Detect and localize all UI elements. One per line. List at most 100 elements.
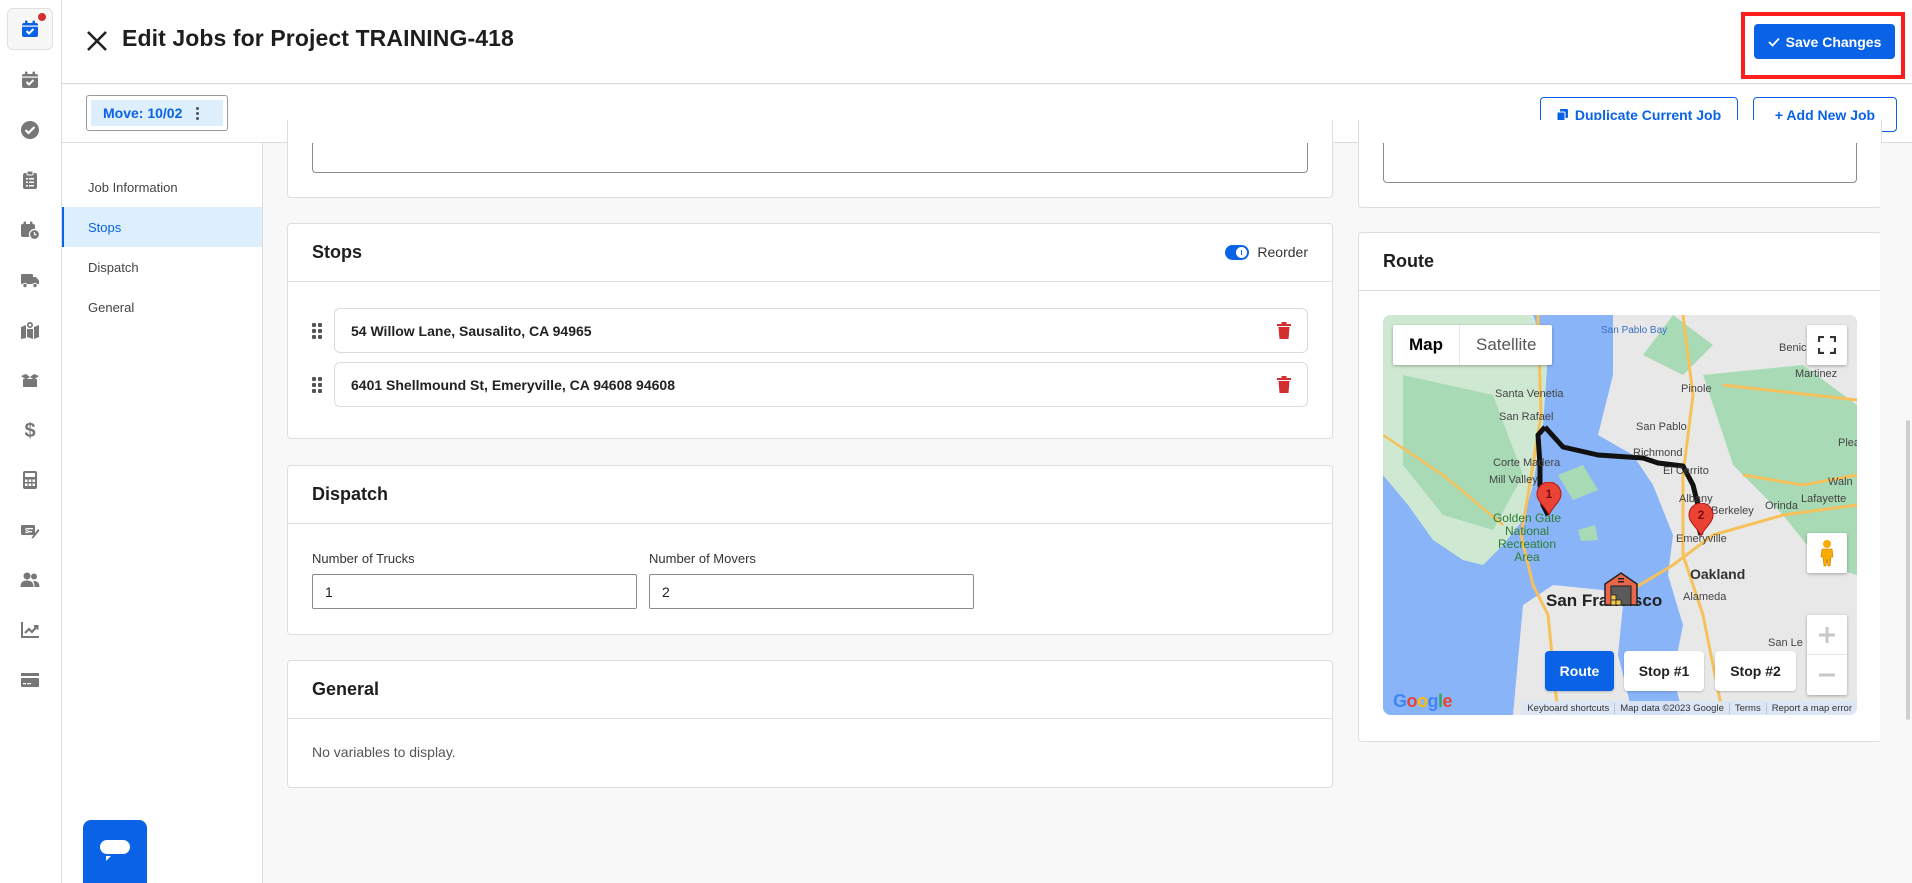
chat-bubble-icon	[100, 839, 130, 861]
section-nav-dispatch[interactable]: Dispatch	[62, 247, 262, 287]
map-label: Lafayette	[1801, 493, 1847, 505]
map-data-text: Map data ©2023 Google	[1615, 702, 1730, 714]
report-map-error-link[interactable]: Report a map error	[1767, 703, 1857, 714]
movers-input[interactable]: 2	[649, 574, 974, 609]
stops-card: Stops Reorder 54 Willow Lane, Sausalito,…	[287, 223, 1333, 439]
scrollbar-thumb[interactable]	[1906, 420, 1910, 720]
plus-icon	[1819, 626, 1835, 643]
map-label: Waln	[1828, 476, 1853, 488]
rail-item-schedule[interactable]	[7, 8, 53, 50]
details-textarea[interactable]	[1383, 143, 1857, 183]
keyboard-shortcuts-link[interactable]: Keyboard shortcuts	[1522, 702, 1616, 714]
calendar-check-icon	[22, 71, 38, 88]
money-check-edit-icon: $	[21, 525, 40, 539]
check-icon	[1768, 37, 1780, 47]
svg-text:1: 1	[1546, 487, 1553, 501]
rail-item-inventory[interactable]	[7, 359, 53, 401]
trucks-input[interactable]: 1	[312, 574, 637, 609]
map-type-satellite[interactable]: Satellite	[1460, 325, 1552, 365]
map-label: San Le	[1768, 637, 1803, 649]
trucks-label: Number of Trucks	[312, 551, 415, 566]
job-tab-move[interactable]: Move: 10/02	[86, 95, 228, 131]
map-pin-icon: 2	[1688, 502, 1714, 538]
page-header: Edit Jobs for Project TRAINING-418	[62, 0, 1912, 84]
map-label: Mill Valley	[1489, 474, 1538, 486]
section-nav-general[interactable]: General	[62, 287, 262, 327]
rail-item-jobs[interactable]	[7, 59, 53, 101]
svg-text:2: 2	[1698, 508, 1705, 522]
map-label: Pinole	[1681, 383, 1712, 395]
map-label: San Pablo	[1636, 421, 1687, 433]
map-label: Plea	[1838, 437, 1857, 449]
calendar-clock-icon	[21, 221, 40, 240]
general-empty-message: No variables to display.	[312, 744, 456, 760]
map-label-park: Golden Gate National Recreation Area	[1492, 511, 1562, 564]
stop-2-view-button[interactable]: Stop #2	[1715, 651, 1796, 691]
chat-launcher-button[interactable]	[83, 820, 147, 883]
zoom-out-button[interactable]	[1807, 655, 1847, 695]
stop-address-field[interactable]: 6401 Shellmound St, Emeryville, CA 94608…	[334, 362, 1308, 407]
rail-item-reports[interactable]	[7, 609, 53, 651]
drag-handle-icon[interactable]	[312, 376, 322, 393]
stops-title: Stops	[312, 242, 363, 262]
job-details-card	[1358, 120, 1882, 208]
map-label: Oakland	[1690, 566, 1746, 582]
warehouse-icon[interactable]	[1603, 570, 1639, 606]
map-label: El Cerrito	[1663, 465, 1709, 477]
rail-item-payments[interactable]: $	[7, 509, 53, 551]
job-tab-label: Move: 10/02	[103, 105, 183, 121]
app-icon-rail: $ $	[0, 0, 62, 883]
rail-item-calculator[interactable]	[7, 459, 53, 501]
reorder-label: Reorder	[1257, 244, 1308, 260]
route-view-button[interactable]: Route	[1545, 651, 1614, 691]
terms-link[interactable]: Terms	[1730, 702, 1767, 714]
rail-item-tasks[interactable]	[7, 159, 53, 201]
zoom-in-button[interactable]	[1807, 615, 1847, 655]
map-pin-icon: 1	[1536, 481, 1562, 517]
rail-item-completed[interactable]	[7, 109, 53, 151]
map-pin-icon	[21, 321, 39, 339]
job-information-card	[287, 120, 1333, 198]
job-notes-textarea[interactable]	[312, 143, 1308, 173]
map-label: Benic	[1779, 342, 1807, 354]
stop-row: 6401 Shellmound St, Emeryville, CA 94608…	[312, 362, 1308, 407]
trash-icon[interactable]	[1277, 322, 1291, 339]
trash-icon[interactable]	[1277, 376, 1291, 393]
rail-item-users[interactable]	[7, 559, 53, 601]
map-label: San Rafael	[1499, 411, 1554, 423]
route-map[interactable]: San Pablo Bay Benic Martinez Santa Venet…	[1383, 315, 1857, 715]
map-attribution: Keyboard shortcuts Map data ©2023 Google…	[1522, 701, 1857, 715]
street-view-button[interactable]	[1807, 533, 1847, 573]
chart-line-icon	[21, 622, 39, 638]
reorder-toggle[interactable]: Reorder	[1225, 244, 1308, 260]
stop-address-field[interactable]: 54 Willow Lane, Sausalito, CA 94965	[334, 308, 1308, 353]
map-label: Alameda	[1683, 591, 1727, 603]
rail-item-calendar[interactable]	[7, 209, 53, 251]
kebab-menu-icon[interactable]	[196, 106, 200, 120]
clipboard-list-icon	[23, 170, 37, 189]
stop-marker-2[interactable]: 2	[1688, 502, 1714, 538]
minus-icon	[1819, 673, 1835, 677]
save-changes-button[interactable]: Save Changes	[1754, 24, 1895, 59]
map-label: Santa Venetia	[1495, 388, 1564, 400]
close-icon[interactable]	[84, 28, 110, 54]
section-nav-stops[interactable]: Stops	[62, 207, 262, 247]
stop-1-view-button[interactable]: Stop #1	[1624, 651, 1704, 691]
drag-handle-icon[interactable]	[312, 322, 322, 339]
truck-icon	[21, 274, 39, 289]
section-nav-job-information[interactable]: Job Information	[62, 167, 262, 207]
notification-dot	[38, 13, 46, 21]
map-label: Orinda	[1765, 500, 1799, 512]
rail-item-map[interactable]	[7, 309, 53, 351]
map-type-map[interactable]: Map	[1393, 325, 1460, 365]
pegman-icon	[1820, 540, 1834, 567]
toggle-switch[interactable]	[1225, 244, 1250, 260]
map-type-control: Map Satellite	[1393, 325, 1553, 365]
fullscreen-button[interactable]	[1807, 325, 1847, 365]
credit-card-icon	[21, 673, 39, 687]
rail-item-cards[interactable]	[7, 659, 53, 701]
rail-item-billing[interactable]: $	[7, 409, 53, 451]
google-logo: Google	[1393, 691, 1453, 711]
stop-marker-1[interactable]: 1	[1536, 481, 1562, 517]
rail-item-dispatch[interactable]	[7, 259, 53, 301]
